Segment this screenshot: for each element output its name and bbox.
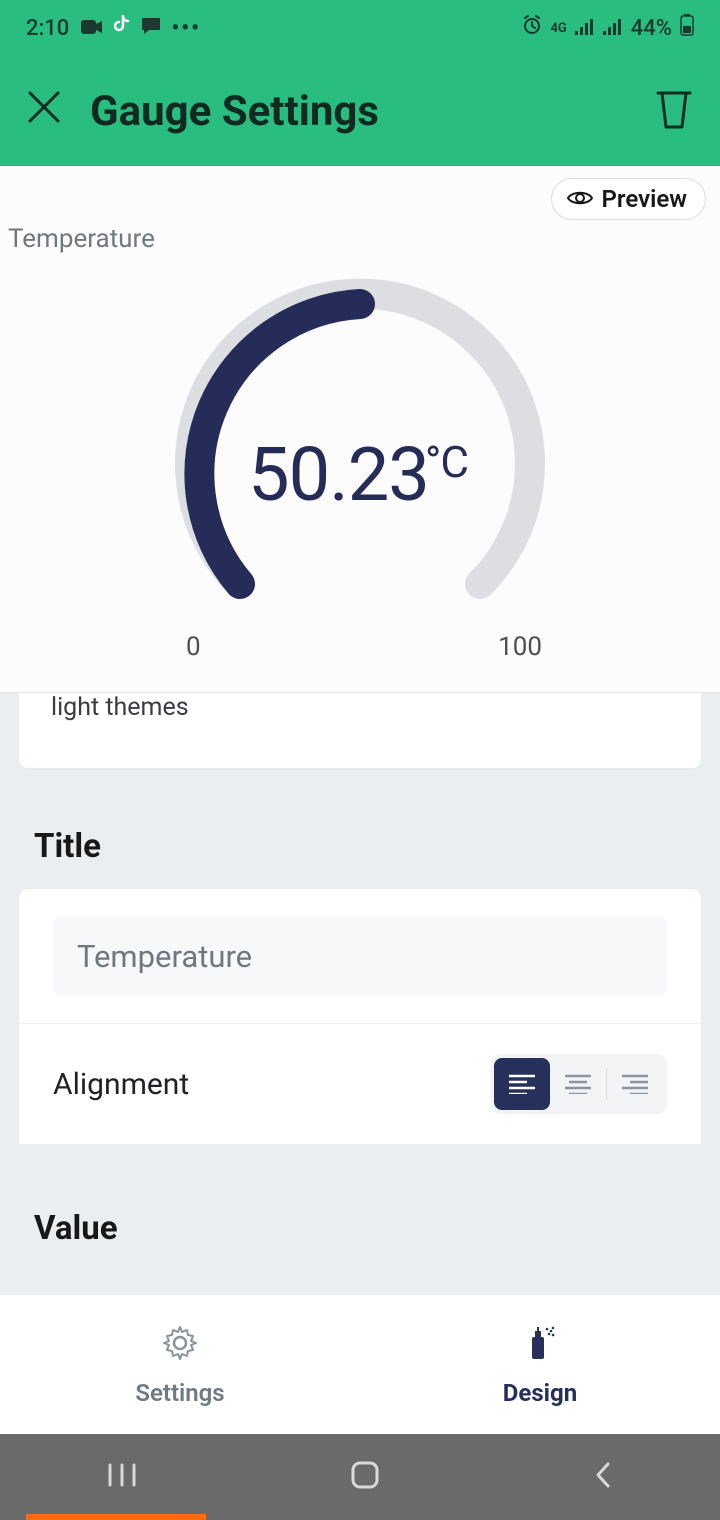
alignment-toggle-group [490, 1054, 667, 1114]
nav-back-icon[interactable] [592, 1460, 614, 1494]
nav-recents-icon[interactable] [106, 1461, 138, 1493]
gauge-unit: °C [425, 436, 468, 488]
gauge-min-label: 0 [186, 632, 201, 662]
gauge-preview-panel: Preview Temperature 50.23°C 0 100 [0, 166, 720, 693]
settings-content[interactable]: light themes Title Alignment Value [0, 693, 720, 1248]
network-type: 4G [550, 22, 566, 35]
light-themes-row[interactable]: light themes [18, 693, 702, 769]
title-input[interactable] [53, 915, 667, 997]
gauge-value-display: 50.23°C [160, 432, 560, 519]
tab-settings-label: Settings [135, 1379, 224, 1407]
eye-icon [566, 185, 594, 213]
bottom-tab-bar: Settings Design [0, 1294, 720, 1434]
close-icon[interactable] [26, 89, 62, 133]
tab-design-label: Design [503, 1379, 577, 1407]
chat-icon [141, 16, 161, 41]
align-left-button[interactable] [494, 1058, 550, 1110]
battery-percent: 44% [631, 16, 672, 41]
preview-label: Preview [602, 185, 687, 213]
align-right-button[interactable] [607, 1058, 663, 1110]
gauge-max-label: 100 [498, 632, 542, 662]
alignment-label: Alignment [53, 1067, 189, 1102]
light-themes-label: light themes [51, 693, 189, 722]
section-value-header: Value [34, 1209, 720, 1248]
title-card: Alignment [18, 888, 702, 1145]
status-left: 2:10 ••• [26, 15, 201, 41]
nav-indicator [26, 1514, 206, 1520]
tiktok-icon [113, 15, 131, 41]
section-title-header: Title [34, 827, 720, 866]
status-right: 4G 44% [522, 14, 694, 42]
nav-home-icon[interactable] [350, 1460, 380, 1494]
signal-icon-2 [603, 16, 623, 41]
gear-icon [160, 1323, 200, 1369]
android-status-bar: 2:10 ••• 4G 44% [0, 0, 720, 56]
status-time: 2:10 [26, 16, 69, 41]
tab-settings[interactable]: Settings [0, 1295, 360, 1434]
preview-button[interactable]: Preview [551, 178, 706, 220]
spray-icon [520, 1323, 560, 1369]
gauge-value-number: 50.23 [248, 432, 429, 519]
align-center-button[interactable] [550, 1058, 606, 1110]
trash-icon[interactable] [654, 87, 694, 135]
gauge-widget: 50.23°C 0 100 [160, 274, 560, 662]
alarm-icon [522, 15, 542, 41]
more-icon: ••• [171, 16, 201, 41]
page-title: Gauge Settings [90, 87, 379, 136]
battery-icon [680, 14, 694, 42]
tab-design[interactable]: Design [360, 1295, 720, 1434]
video-icon [81, 16, 103, 41]
signal-icon [575, 16, 595, 41]
android-nav-bar [0, 1434, 720, 1520]
app-header: Gauge Settings [0, 56, 720, 166]
